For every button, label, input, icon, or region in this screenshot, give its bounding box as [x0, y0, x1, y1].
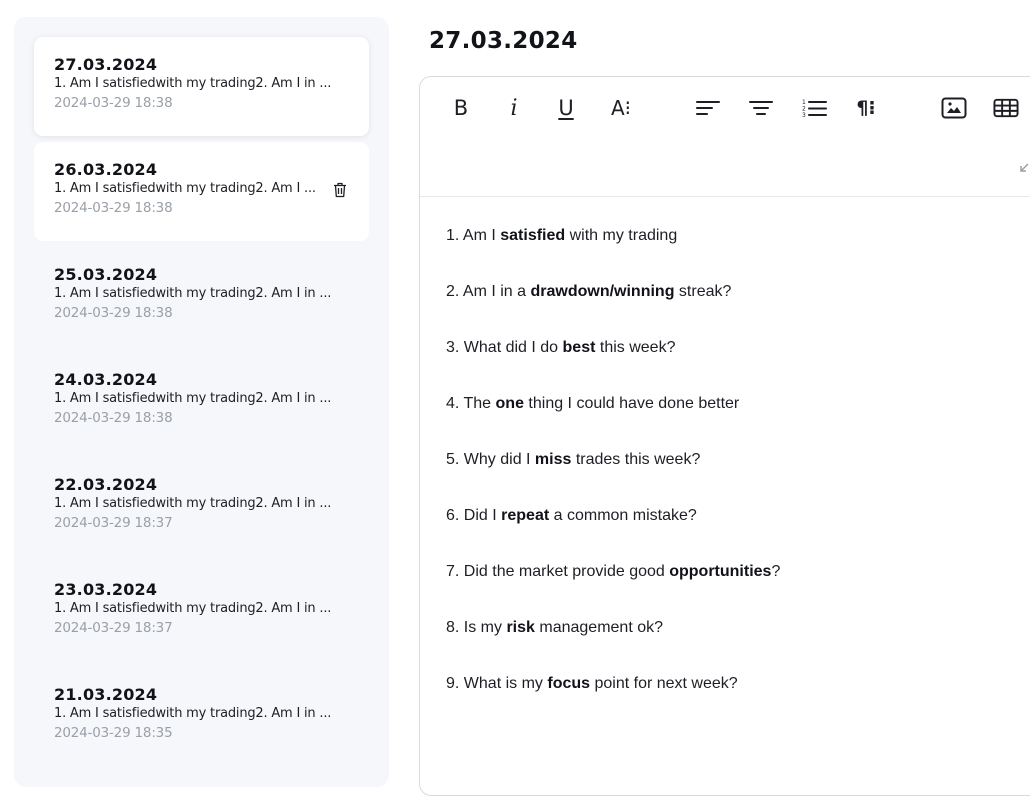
entry-timestamp: 2024-03-29 18:38: [54, 410, 173, 426]
entry-preview: 1. Am I satisfiedwith my trading2. Am I …: [54, 76, 332, 91]
question-line: 9. What is my focus point for next week?: [446, 675, 738, 692]
editor-toolbar: B i U A⁝ 1 2 3 ¶⁝: [420, 77, 1030, 197]
question-line: 8. Is my risk management ok?: [446, 619, 663, 636]
font-size-icon[interactable]: A⁝: [606, 95, 636, 121]
entry-date: 25.03.2024: [54, 265, 158, 284]
entry-item[interactable]: 26.03.2024 1. Am I satisfiedwith my trad…: [34, 142, 369, 241]
question-line: 1. Am I satisfied with my trading: [446, 227, 678, 244]
entry-preview: 1. Am I satisfiedwith my trading2. Am I …: [54, 706, 332, 721]
entry-timestamp: 2024-03-29 18:38: [54, 95, 173, 111]
insert-table-icon[interactable]: [993, 95, 1019, 121]
italic-icon[interactable]: i: [504, 95, 524, 121]
entry-preview: 1. Am I satisfiedwith my trading2. Am I …: [54, 391, 332, 406]
entry-preview: 1. Am I satisfiedwith my trading2. Am I …: [54, 181, 316, 196]
entry-preview: 1. Am I satisfiedwith my trading2. Am I …: [54, 496, 332, 511]
entry-item[interactable]: 23.03.2024 1. Am I satisfiedwith my trad…: [34, 562, 369, 661]
entry-date: 23.03.2024: [54, 580, 158, 599]
entry-timestamp: 2024-03-29 18:38: [54, 305, 173, 321]
entries-sidebar: 27.03.2024 1. Am I satisfiedwith my trad…: [14, 17, 389, 787]
align-center-icon[interactable]: [748, 95, 774, 121]
entry-preview: 1. Am I satisfiedwith my trading2. Am I …: [54, 601, 332, 616]
entry-date: 22.03.2024: [54, 475, 158, 494]
insert-image-icon[interactable]: [941, 95, 967, 121]
align-left-icon[interactable]: [695, 95, 721, 121]
question-line: 3. What did I do best this week?: [446, 339, 676, 356]
entry-timestamp: 2024-03-29 18:35: [54, 725, 173, 741]
entry-date: 21.03.2024: [54, 685, 158, 704]
underline-icon[interactable]: U: [554, 95, 578, 121]
collapse-arrow-icon[interactable]: [1018, 162, 1030, 174]
entry-timestamp: 2024-03-29 18:37: [54, 620, 173, 636]
question-line: 2. Am I in a drawdown/winning streak?: [446, 283, 732, 300]
svg-text:3: 3: [802, 112, 806, 118]
rich-text-editor[interactable]: B i U A⁝ 1 2 3 ¶⁝ 1. Am I satisfied with…: [419, 76, 1030, 796]
entry-item[interactable]: 22.03.2024 1. Am I satisfiedwith my trad…: [34, 457, 369, 556]
entry-item-selected[interactable]: 27.03.2024 1. Am I satisfiedwith my trad…: [34, 37, 369, 136]
question-line: 4. The one thing I could have done bette…: [446, 395, 740, 412]
page-title[interactable]: 27.03.2024: [429, 28, 578, 54]
entry-item[interactable]: 24.03.2024 1. Am I satisfiedwith my trad…: [34, 352, 369, 451]
entry-preview: 1. Am I satisfiedwith my trading2. Am I …: [54, 286, 332, 301]
entry-timestamp: 2024-03-29 18:38: [54, 200, 173, 216]
entry-date: 27.03.2024: [54, 55, 158, 74]
entry-item[interactable]: 25.03.2024 1. Am I satisfiedwith my trad…: [34, 247, 369, 346]
paragraph-format-icon[interactable]: ¶⁝: [852, 95, 880, 121]
entry-date: 26.03.2024: [54, 160, 158, 179]
entry-timestamp: 2024-03-29 18:37: [54, 515, 173, 531]
entry-date: 24.03.2024: [54, 370, 158, 389]
question-line: 6. Did I repeat a common mistake?: [446, 507, 697, 524]
question-line: 5. Why did I miss trades this week?: [446, 451, 701, 468]
entry-item[interactable]: 21.03.2024 1. Am I satisfiedwith my trad…: [34, 667, 369, 766]
bold-icon[interactable]: B: [450, 95, 472, 121]
trash-icon[interactable]: [333, 182, 347, 198]
question-line: 7. Did the market provide good opportuni…: [446, 563, 781, 580]
numbered-list-icon[interactable]: 1 2 3: [801, 95, 827, 121]
